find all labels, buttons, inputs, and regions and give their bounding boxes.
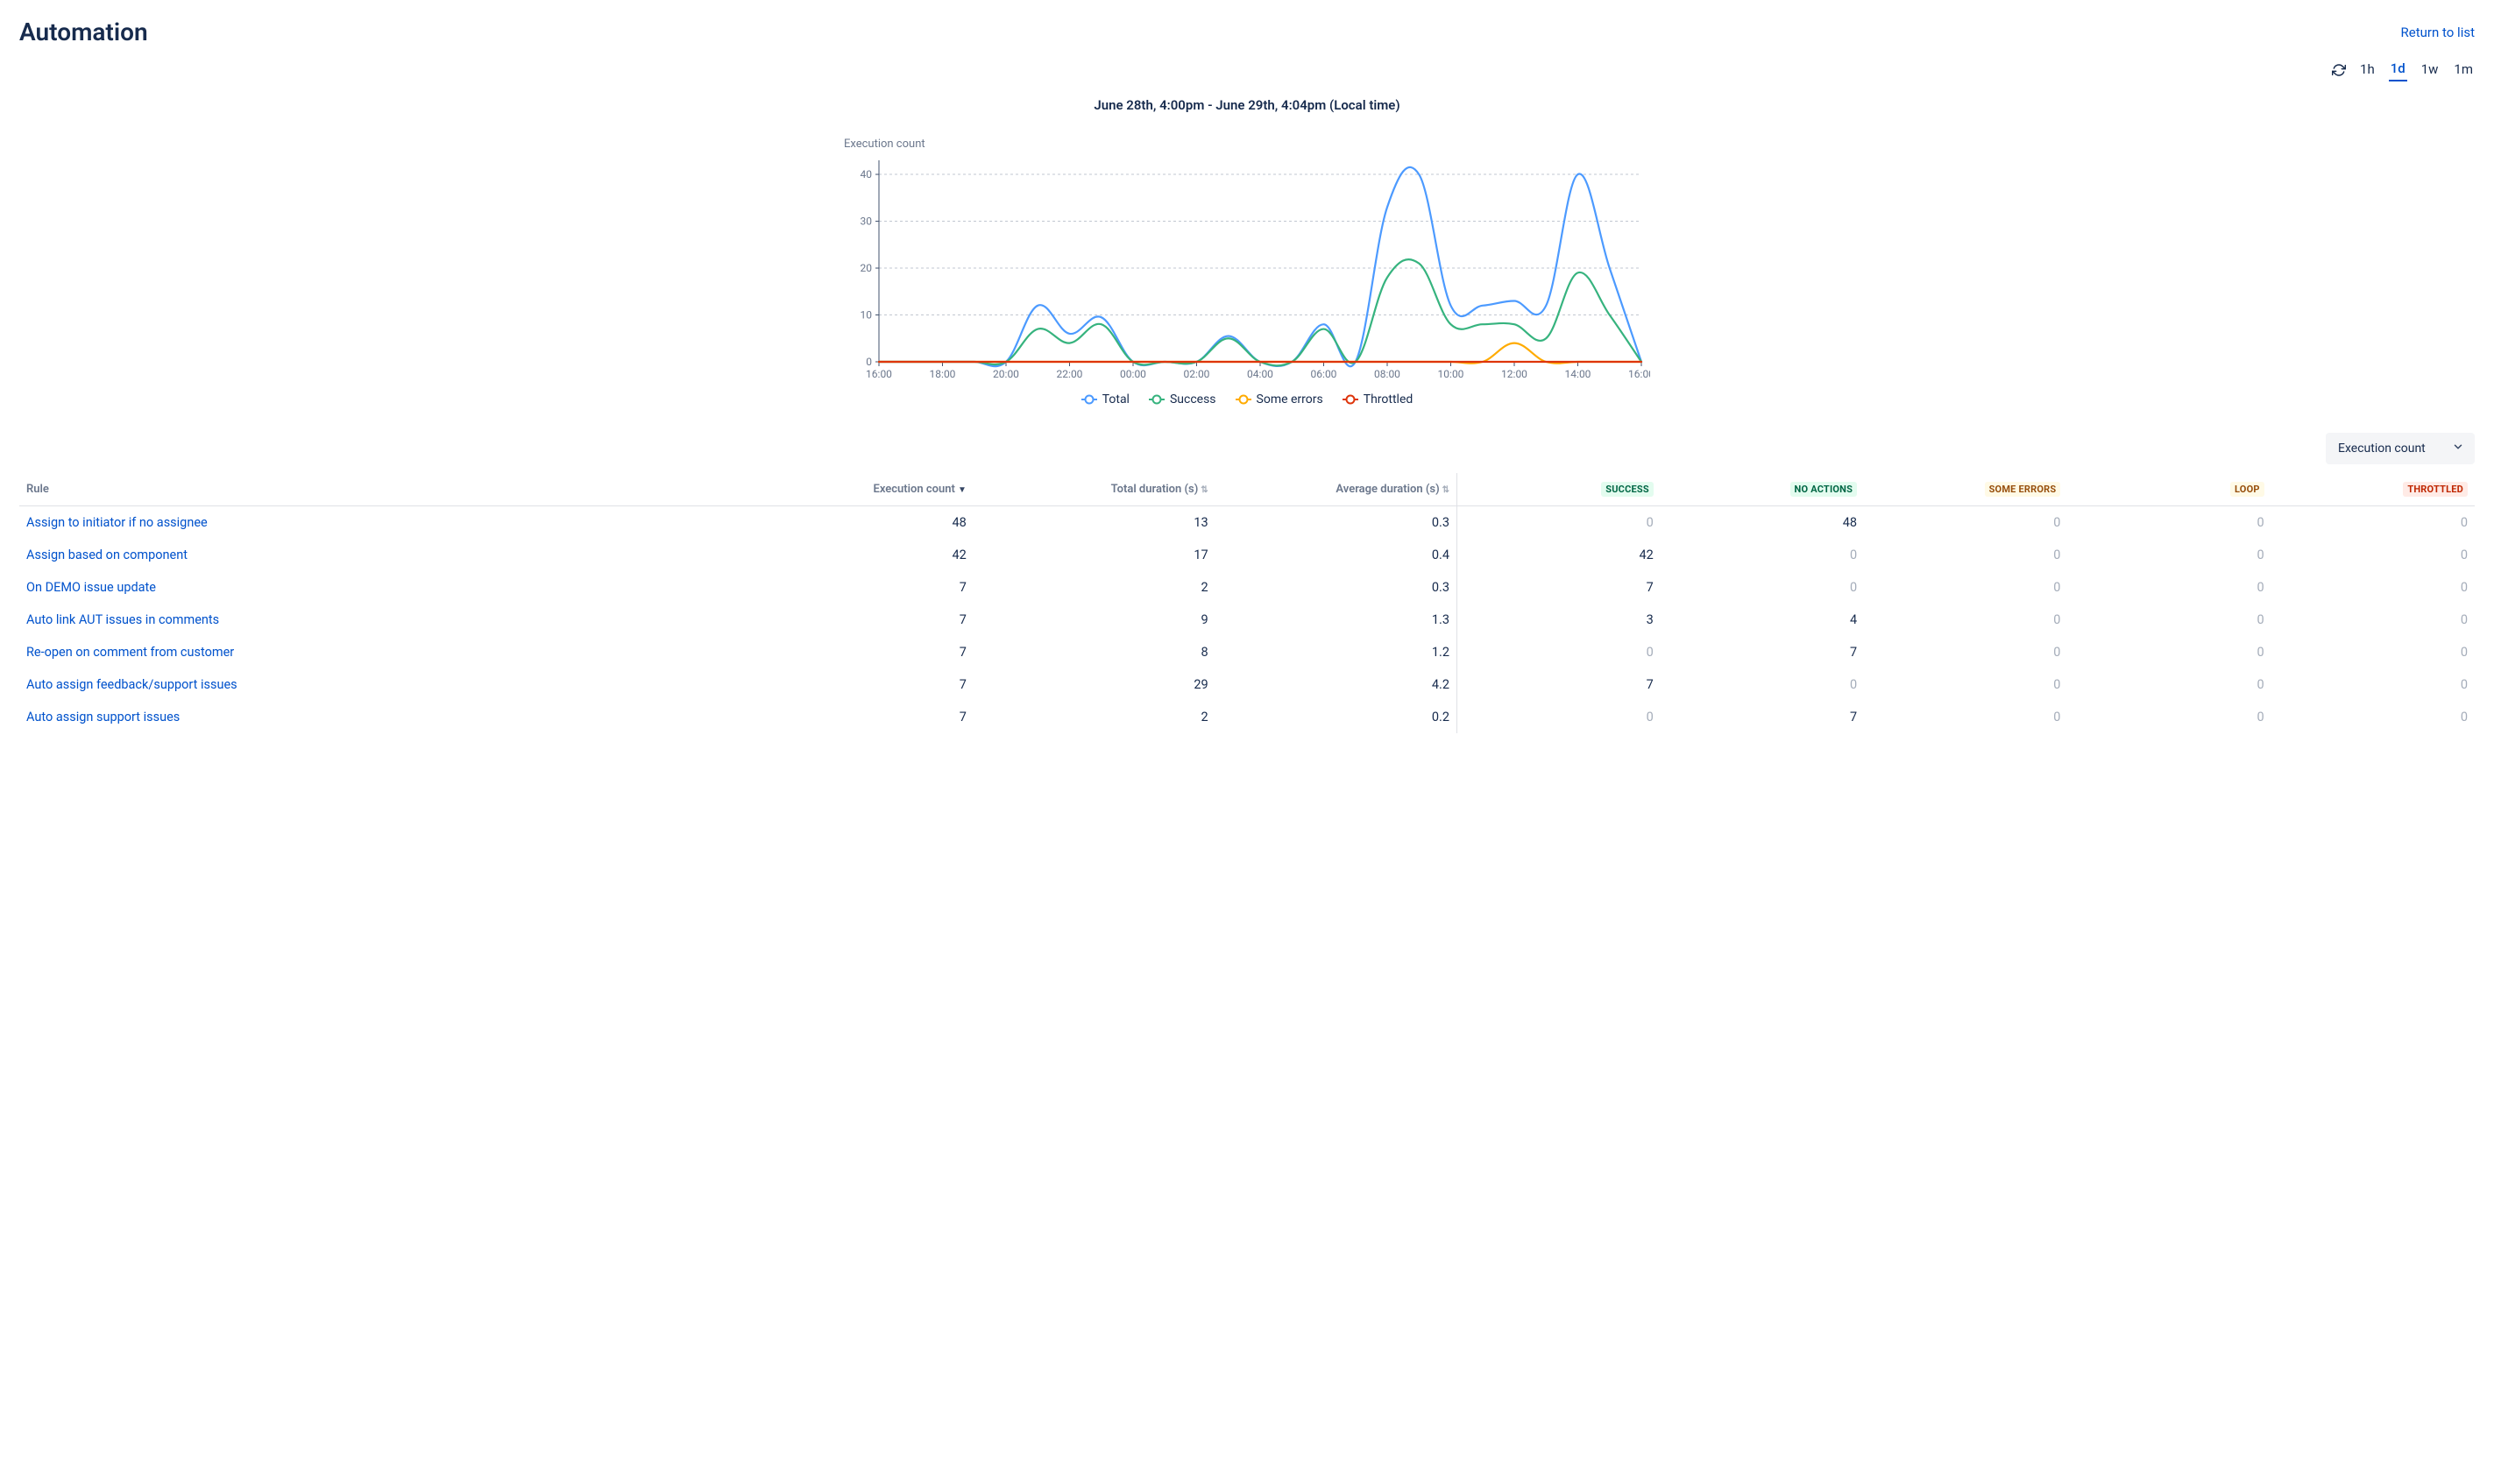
- range-1h-button[interactable]: 1h: [2358, 60, 2377, 81]
- col-rule-header[interactable]: Rule: [19, 473, 732, 506]
- metric-dropdown[interactable]: Execution count: [2326, 433, 2475, 464]
- rule-link[interactable]: Re-open on comment from customer: [26, 645, 234, 660]
- svg-text:22:00: 22:00: [1057, 368, 1083, 380]
- col-noactions-header: NO ACTIONS: [1661, 473, 1864, 506]
- range-1w-button[interactable]: 1w: [2420, 60, 2441, 81]
- legend-success: Success: [1149, 392, 1216, 406]
- table-row: Auto link AUT issues in comments791.3340…: [19, 604, 2475, 636]
- table-row: Assign to initiator if no assignee48130.…: [19, 506, 2475, 540]
- table-row: Assign based on component42170.4420000: [19, 539, 2475, 571]
- svg-text:14:00: 14:00: [1565, 368, 1591, 380]
- svg-text:16:00: 16:00: [866, 368, 892, 380]
- legend-total: Total: [1081, 392, 1130, 406]
- table-row: Auto assign support issues720.207000: [19, 701, 2475, 733]
- metric-dropdown-label: Execution count: [2338, 442, 2426, 456]
- rule-link[interactable]: On DEMO issue update: [26, 580, 156, 595]
- page-title: Automation: [19, 18, 148, 46]
- execution-chart[interactable]: 0 10 20 30 40 16:00 18:00 20:00 22:00 00:00 02:00 0…: [844, 156, 1650, 384]
- col-avg-dur-header[interactable]: Average duration (s)⇅: [1215, 473, 1457, 506]
- rule-link[interactable]: Auto assign feedback/support issues: [26, 677, 237, 692]
- svg-text:30: 30: [861, 216, 873, 228]
- svg-text:02:00: 02:00: [1184, 368, 1210, 380]
- svg-text:06:00: 06:00: [1311, 368, 1337, 380]
- col-someerrors-header: SOME ERRORS: [1864, 473, 2067, 506]
- rule-link[interactable]: Auto link AUT issues in comments: [26, 612, 219, 627]
- range-1d-button[interactable]: 1d: [2389, 59, 2407, 81]
- svg-text:20:00: 20:00: [993, 368, 1019, 380]
- svg-text:16:00: 16:00: [1628, 368, 1650, 380]
- chart-title: June 28th, 4:00pm - June 29th, 4:04pm (L…: [844, 97, 1650, 113]
- svg-text:0: 0: [866, 356, 872, 368]
- table-row: Auto assign feedback/support issues7294.…: [19, 668, 2475, 701]
- chart-container: June 28th, 4:00pm - June 29th, 4:04pm (L…: [844, 97, 1650, 406]
- svg-text:04:00: 04:00: [1247, 368, 1273, 380]
- svg-text:10:00: 10:00: [1438, 368, 1464, 380]
- return-to-list-link[interactable]: Return to list: [2401, 25, 2475, 40]
- svg-text:08:00: 08:00: [1374, 368, 1400, 380]
- chart-legend: Total Success Some errors Throttled: [844, 392, 1650, 406]
- col-count-header[interactable]: Execution count▼: [732, 473, 974, 506]
- rule-link[interactable]: Auto assign support issues: [26, 710, 180, 724]
- chevron-down-icon: [2452, 441, 2464, 456]
- col-total-dur-header[interactable]: Total duration (s)⇅: [974, 473, 1215, 506]
- time-range-selector: 1h 1d 1w 1m: [19, 59, 2475, 81]
- table-row: Re-open on comment from customer781.2070…: [19, 636, 2475, 668]
- svg-text:18:00: 18:00: [930, 368, 956, 380]
- rules-table: Rule Execution count▼ Total duration (s)…: [19, 473, 2475, 733]
- chart-y-axis-label: Execution count: [844, 138, 1650, 151]
- table-row: On DEMO issue update720.370000: [19, 571, 2475, 604]
- range-1m-button[interactable]: 1m: [2452, 60, 2475, 81]
- col-loop-header: LOOP: [2067, 473, 2271, 506]
- legend-some-errors: Some errors: [1236, 392, 1323, 406]
- svg-text:40: 40: [861, 168, 873, 180]
- refresh-icon[interactable]: [2332, 63, 2346, 77]
- svg-text:12:00: 12:00: [1501, 368, 1527, 380]
- svg-text:10: 10: [861, 309, 873, 322]
- col-success-header: SUCCESS: [1457, 473, 1661, 506]
- rule-link[interactable]: Assign to initiator if no assignee: [26, 515, 208, 530]
- svg-text:20: 20: [861, 262, 873, 274]
- svg-text:00:00: 00:00: [1120, 368, 1146, 380]
- col-throttled-header: THROTTLED: [2271, 473, 2475, 506]
- legend-throttled: Throttled: [1343, 392, 1414, 406]
- rule-link[interactable]: Assign based on component: [26, 548, 188, 562]
